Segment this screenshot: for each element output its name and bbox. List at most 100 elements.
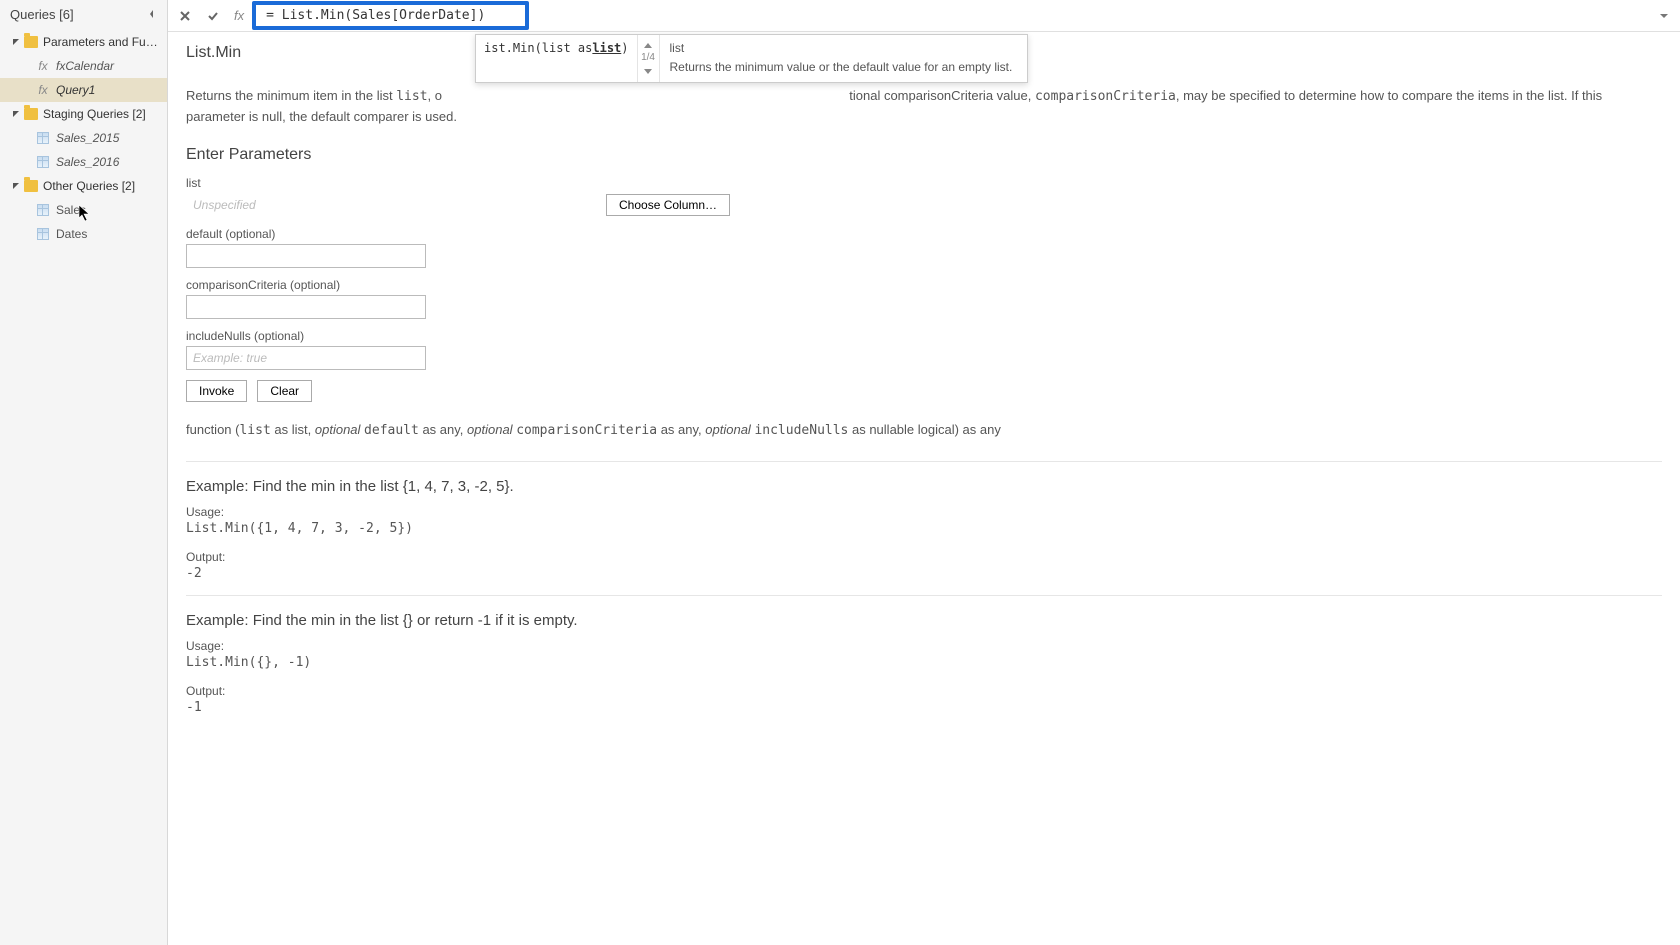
param-list: list Choose Column… [186, 176, 1662, 217]
formula-bar: fx = List.Min(Sales[OrderDate]) [168, 0, 1680, 32]
queries-sidebar: Queries [6] Parameters and Fu… fx fxCale… [0, 0, 168, 945]
formula-highlight-box: = List.Min(Sales[OrderDate]) [252, 1, 529, 30]
function-description: Returns the minimum item in the list lis… [186, 86, 1662, 126]
folder-icon [24, 180, 38, 192]
table-icon [36, 227, 50, 241]
sig-code: includeNulls [754, 423, 848, 438]
fx-label: fx [234, 8, 244, 23]
desc-code: list [396, 89, 427, 104]
param-input-list[interactable] [186, 193, 426, 217]
tree-item-label: Query1 [56, 83, 95, 97]
output-label: Output: [186, 684, 1662, 698]
chevron-down-icon [644, 69, 652, 74]
intellisense-signature: ist.Min(list as list ) [476, 35, 638, 82]
table-icon [36, 155, 50, 169]
desc-text: tional comparisonCriteria value, [849, 88, 1035, 103]
queries-tree: Parameters and Fu… fx fxCalendar fx Quer… [0, 28, 167, 945]
tree-item-label: Dates [56, 227, 87, 241]
chevron-left-icon [147, 9, 157, 19]
param-buttons: Invoke Clear [186, 380, 1662, 402]
formula-commit-button[interactable] [202, 5, 224, 27]
choose-column-button[interactable]: Choose Column… [606, 194, 730, 216]
output-label: Output: [186, 550, 1662, 564]
function-signature: function (list as list, optional default… [186, 420, 1662, 441]
divider [186, 595, 1662, 596]
tree-item-dates[interactable]: Dates [0, 222, 167, 246]
sig-optional: optional [467, 422, 513, 437]
usage-label: Usage: [186, 505, 1662, 519]
example2-title: Example: Find the min in the list {} or … [186, 612, 1662, 629]
sig-text: function ( [186, 422, 239, 437]
divider [186, 461, 1662, 462]
tree-item-sales-2015[interactable]: Sales_2015 [0, 126, 167, 150]
formula-input[interactable]: = List.Min(Sales[OrderDate]) [266, 8, 485, 23]
example2-usage: List.Min({}, -1) [186, 655, 1662, 670]
chevron-up-icon [644, 43, 652, 48]
param-comparison: comparisonCriteria (optional) [186, 278, 1662, 319]
intellisense-popup: ist.Min(list as list ) 1/4 list Returns … [475, 34, 1028, 83]
tree-item-sales[interactable]: Sales [0, 198, 167, 222]
fx-icon: fx [36, 59, 50, 73]
desc-code: comparisonCriteria [1035, 89, 1176, 104]
fx-icon: fx [36, 83, 50, 97]
param-input-default[interactable] [186, 244, 426, 268]
tree-group-staging[interactable]: Staging Queries [2] [0, 102, 167, 126]
tree-group-label: Other Queries [2] [43, 179, 167, 193]
intel-sig-link: list [592, 41, 621, 55]
expand-triangle-icon [12, 110, 20, 118]
invoke-button[interactable]: Invoke [186, 380, 247, 402]
intel-sig-suffix: ) [621, 41, 628, 55]
param-label-default: default (optional) [186, 227, 1662, 241]
clear-button[interactable]: Clear [257, 380, 312, 402]
sig-text: as nullable logical) as any [848, 422, 1000, 437]
intel-spinner-down[interactable] [638, 64, 659, 78]
intellisense-desc: list Returns the minimum value or the de… [660, 35, 1027, 82]
param-input-includenulls[interactable] [186, 346, 426, 370]
tree-group-label: Parameters and Fu… [43, 35, 167, 49]
example1-output: -2 [186, 566, 1662, 581]
sig-code: default [364, 423, 419, 438]
intellisense-spinner: 1/4 [638, 35, 660, 82]
intel-count: 1/4 [641, 52, 655, 64]
doc-content: List.Min Returns the minimum item in the… [168, 32, 1680, 945]
intel-spinner-up[interactable] [638, 38, 659, 52]
sig-text: as any, [419, 422, 467, 437]
sig-text: as any, [657, 422, 705, 437]
tree-item-query1[interactable]: fx Query1 [0, 78, 167, 102]
tree-group-parameters[interactable]: Parameters and Fu… [0, 30, 167, 54]
example2-output: -1 [186, 700, 1662, 715]
tree-group-label: Staging Queries [2] [43, 107, 167, 121]
intel-param-name: list [670, 41, 1017, 55]
tree-item-label: Sales_2016 [56, 155, 119, 169]
intel-sig-prefix: ist.Min(list as [484, 41, 592, 55]
param-includenulls: includeNulls (optional) [186, 329, 1662, 370]
check-icon [207, 10, 219, 22]
desc-text: Returns the minimum item in the list [186, 88, 396, 103]
tree-item-label: Sales_2015 [56, 131, 119, 145]
folder-icon [24, 36, 38, 48]
param-default: default (optional) [186, 227, 1662, 268]
tree-group-other[interactable]: Other Queries [2] [0, 174, 167, 198]
expand-triangle-icon [12, 182, 20, 190]
tree-item-fxcalendar[interactable]: fx fxCalendar [0, 54, 167, 78]
table-icon [36, 131, 50, 145]
formula-expand-button[interactable] [1654, 6, 1674, 26]
tree-item-sales-2016[interactable]: Sales_2016 [0, 150, 167, 174]
sig-code: comparisonCriteria [516, 423, 657, 438]
chevron-down-icon [1659, 11, 1669, 21]
folder-icon [24, 108, 38, 120]
param-label-includenulls: includeNulls (optional) [186, 329, 1662, 343]
table-icon [36, 203, 50, 217]
sidebar-title: Queries [6] [10, 7, 74, 22]
usage-label: Usage: [186, 639, 1662, 653]
example1-usage: List.Min({1, 4, 7, 3, -2, 5}) [186, 521, 1662, 536]
main-area: fx = List.Min(Sales[OrderDate]) ist.Min(… [168, 0, 1680, 945]
sidebar-collapse-button[interactable] [145, 7, 159, 21]
sidebar-header: Queries [6] [0, 0, 167, 28]
sig-code: list [239, 423, 270, 438]
tree-item-label: fxCalendar [56, 59, 114, 73]
intel-desc-text: Returns the minimum value or the default… [670, 59, 1017, 76]
param-input-comparison[interactable] [186, 295, 426, 319]
formula-cancel-button[interactable] [174, 5, 196, 27]
param-label-comparison: comparisonCriteria (optional) [186, 278, 1662, 292]
